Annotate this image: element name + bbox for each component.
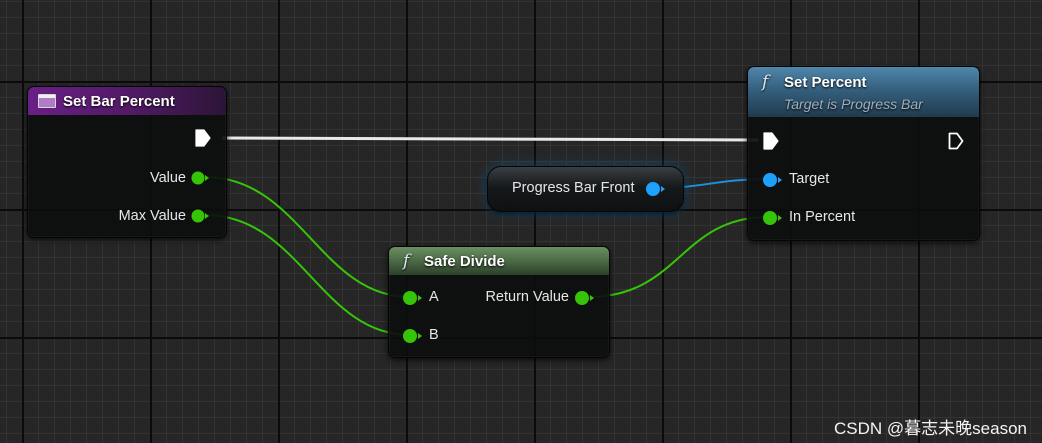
value-to-a-wire <box>204 176 411 298</box>
pin-label-target: Target <box>789 171 830 187</box>
set-percent-title: Set Percent <box>784 74 867 91</box>
function-node-set-percent[interactable]: f Set Percent Target is Progress Bar Tar… <box>747 66 980 241</box>
pin-label-in-percent: In Percent <box>789 209 856 225</box>
watermark: CSDN @暮志未晚season <box>834 419 1027 438</box>
exec-out-pin[interactable] <box>195 129 211 147</box>
function-icon: f <box>403 251 410 271</box>
variable-label: Progress Bar Front <box>512 180 635 196</box>
in-percent-pin[interactable] <box>763 210 783 226</box>
event-node-header[interactable]: Set Bar Percent <box>28 87 226 115</box>
target-pin[interactable] <box>763 172 783 188</box>
a-pin[interactable] <box>403 290 423 306</box>
pin-label-return-value: Return Value <box>485 289 569 305</box>
pin-label-value: Value <box>149 170 186 186</box>
event-node-set-bar-percent[interactable]: Set Bar Percent Value Max Value <box>27 86 227 238</box>
returnvalue-to-inpercent-wire <box>587 216 769 298</box>
max-value-pin[interactable] <box>191 209 209 223</box>
set-percent-header[interactable]: f Set Percent Target is Progress Bar <box>748 67 979 117</box>
exec-out-pin[interactable] <box>948 132 964 150</box>
safe-divide-title: Safe Divide <box>424 253 505 270</box>
variable-node-progress-bar-front[interactable]: Progress Bar Front <box>487 166 684 212</box>
event-node-icon <box>38 94 56 108</box>
set-percent-subtitle: Target is Progress Bar <box>784 96 923 112</box>
safe-divide-header[interactable]: f Safe Divide <box>389 247 609 275</box>
exec-wire <box>221 136 759 142</box>
return-value-pin[interactable] <box>575 290 595 306</box>
maxvalue-to-b-wire <box>204 214 411 336</box>
exec-in-pin[interactable] <box>763 132 779 150</box>
progress-bar-front-output-pin[interactable] <box>646 181 666 197</box>
pin-label-max-value: Max Value <box>118 208 186 224</box>
function-icon: f <box>762 72 769 92</box>
event-node-title: Set Bar Percent <box>63 93 175 110</box>
value-pin[interactable] <box>191 171 209 185</box>
function-node-safe-divide[interactable]: f Safe Divide A B Return Value <box>388 246 610 358</box>
pin-label-a: A <box>429 289 439 305</box>
b-pin[interactable] <box>403 328 423 344</box>
pin-label-b: B <box>429 327 439 343</box>
